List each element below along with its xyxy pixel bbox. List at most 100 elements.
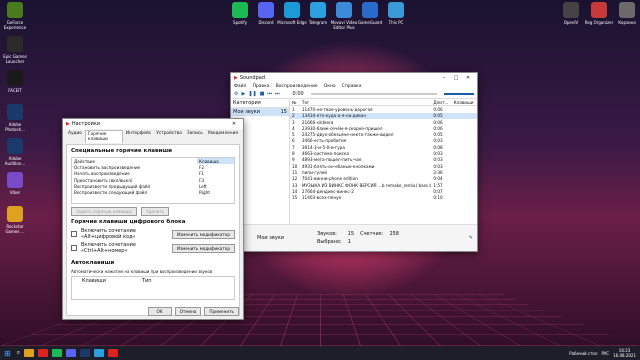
menu-item-4[interactable]: Справка: [342, 84, 362, 89]
sound-col-2[interactable]: Длит...: [431, 99, 452, 107]
settings-tab-4[interactable]: Запись: [185, 130, 205, 143]
start-icon[interactable]: ⊞: [4, 349, 11, 358]
sound-tag: 11470-не-твое-уровень-дорогая: [301, 106, 373, 112]
previous-icon[interactable]: ⏮: [267, 91, 272, 97]
sound-row[interactable]: 15 11403-всех-пенуе 0:10: [290, 194, 477, 200]
settings-tab-3[interactable]: Устройства: [154, 130, 184, 143]
menu-item-0[interactable]: Файл: [234, 84, 246, 89]
numpad-alt-label: Включить сочетание «Alt+цифровой код»: [81, 228, 136, 240]
sound-row[interactable]: 1 11470-не-твое-уровень-дорогая 0:06: [290, 106, 477, 113]
taskbar-app-5[interactable]: [80, 349, 91, 357]
autokeys-col-keys: Клавиши: [82, 278, 106, 284]
desktop-icon-6[interactable]: Rockstar Games ...: [0, 206, 30, 234]
sound-col-0[interactable]: №: [290, 99, 300, 107]
autokeys-heading: Автоклавиши: [71, 260, 115, 266]
taskbar-app-3[interactable]: [52, 349, 63, 357]
hotkey-key: Right: [198, 190, 210, 196]
settings-logo-icon: ▶: [66, 121, 70, 127]
settings-tab-1[interactable]: Горячие клавиши: [84, 130, 123, 143]
search-icon[interactable]: ⌕: [17, 349, 20, 357]
category-header-label: Категория: [233, 100, 261, 106]
cancel-button[interactable]: Отмена: [174, 307, 202, 316]
taskbar-app-6[interactable]: [94, 349, 105, 357]
autokeys-table: Клавиши Тип: [71, 276, 235, 300]
menu-item-2[interactable]: Воспроизведение: [276, 84, 318, 89]
soundpad-menubar: Файл Правка Воспроизведение Окно Справка: [231, 83, 477, 90]
settings-tab-5[interactable]: Уведомления: [206, 130, 240, 143]
sound-hotkey: [452, 106, 477, 113]
hotkey-row[interactable]: Воспроизвести следующий файл Right: [72, 189, 234, 195]
soundpad-toolbar: ⚙ ▶ ❚❚ ■ ⏮ ⏭ 0:00: [231, 90, 477, 99]
sound-col-1[interactable]: Тег: [299, 99, 432, 107]
counter-value: 258: [389, 231, 399, 237]
numpad-ctrl-label: Включить сочетание «Ctrl+Alt+номер»: [81, 242, 136, 254]
sound-number: 15: [292, 195, 298, 201]
numpad-hotkeys-heading: Горячие клавиши цифрового блока: [71, 219, 186, 225]
taskbar-app-4[interactable]: [66, 349, 77, 357]
soundpad-title: Soundpad: [239, 75, 266, 81]
edit-icon[interactable]: ✎: [469, 235, 473, 241]
next-icon[interactable]: ⏭: [275, 91, 280, 97]
numpad-alt-checkbox[interactable]: [71, 231, 77, 237]
soundpad-body: Категория Мои звуки 15 № Тег Длит... Клавиши…: [231, 99, 477, 229]
icon-label: Epic Games Launcher: [3, 54, 27, 64]
taskbar-app-1[interactable]: [24, 349, 35, 357]
desktop-icon-0[interactable]: GeForce Experience: [0, 2, 30, 30]
sound-list-rows: 1 11470-не-твое-уровень-дорогая 0:06 2 13434…: [290, 106, 477, 201]
category-item[interactable]: Мои звуки 15: [231, 108, 289, 116]
desktop-icon-5[interactable]: Viber: [0, 172, 30, 195]
app-icon: [310, 2, 326, 18]
stop-icon[interactable]: ■: [260, 91, 265, 97]
app-icon: [563, 2, 579, 18]
assign-hotkey-button[interactable]: Задать горячую клавишу: [71, 207, 137, 216]
app-icon: [619, 2, 635, 18]
numpad-ctrl-checkbox[interactable]: [71, 245, 77, 251]
counter-label: Счетчик:: [360, 231, 384, 237]
seek-bar[interactable]: [310, 93, 437, 95]
sound-list-header: № Тег Длит... Клавиши: [290, 99, 477, 107]
desktop-right-icon-2[interactable]: Корзина: [612, 2, 640, 25]
sound-list: № Тег Длит... Клавиши 1 11470-не-твое-уровен…: [290, 99, 477, 229]
play-icon[interactable]: ▶: [241, 91, 245, 97]
category-header: Категория: [231, 99, 289, 108]
icon-label: OpenIV: [563, 20, 579, 25]
numpad-option-2: Включить сочетание «Ctrl+Alt+номер» Изме…: [71, 242, 235, 254]
desktop-right-icon-1[interactable]: Reg Organizer: [584, 2, 614, 25]
change-modifier-button-1[interactable]: Изменить модификатор: [171, 229, 235, 239]
sound-duration: 0:06: [433, 106, 443, 112]
language-indicator[interactable]: РУС: [601, 351, 609, 356]
settings-icon[interactable]: ⚙: [234, 91, 238, 97]
app-icon: [388, 2, 404, 18]
desktop-icon-1[interactable]: Epic Games Launcher: [0, 36, 30, 64]
app-icon: [7, 172, 23, 188]
minimize-icon[interactable]: –: [438, 75, 450, 81]
menu-item-3[interactable]: Окно: [324, 84, 336, 89]
desktop-icon-3[interactable]: Adobe Photosh...: [0, 104, 30, 132]
category-list: Мои звуки 15: [231, 108, 289, 116]
pause-icon[interactable]: ❚❚: [248, 91, 256, 97]
taskbar-app-7[interactable]: [108, 349, 119, 357]
taskbar-app-2[interactable]: [38, 349, 49, 357]
apply-button[interactable]: Применить: [204, 307, 239, 316]
autokeys-col-type: Тип: [142, 278, 152, 284]
volume-slider[interactable]: [444, 93, 474, 95]
change-modifier-button-2[interactable]: Изменить модификатор: [171, 243, 235, 253]
desktop-right-icon-0[interactable]: OpenIV: [556, 2, 586, 25]
close-icon[interactable]: ✕: [462, 75, 474, 81]
soundpad-logo-icon: ▶: [234, 75, 238, 81]
ok-button[interactable]: OK: [147, 307, 172, 316]
remove-hotkey-button[interactable]: Удалить: [140, 207, 170, 216]
clock[interactable]: 16:23 16.08.2021: [613, 348, 636, 358]
app-icon: [258, 2, 274, 18]
settings-tab-0[interactable]: Аудио: [66, 130, 84, 143]
menu-item-1[interactable]: Правка: [252, 84, 269, 89]
maximize-icon[interactable]: □: [450, 75, 462, 81]
system-tray: Рабочий стол РУС 16:23 16.08.2021: [569, 348, 640, 358]
settings-tab-2[interactable]: Интерфейс: [124, 130, 153, 143]
sound-col-3[interactable]: Клавиши: [451, 99, 477, 107]
desktop-icon-4[interactable]: Adobe Audition...: [0, 138, 30, 166]
desktop-top-icon-6[interactable]: This PC: [381, 2, 411, 25]
desktop-icon-2[interactable]: FACEIT: [0, 70, 30, 93]
footer-category-name: Мои звуки: [257, 235, 285, 241]
close-icon[interactable]: ✕: [228, 121, 240, 127]
